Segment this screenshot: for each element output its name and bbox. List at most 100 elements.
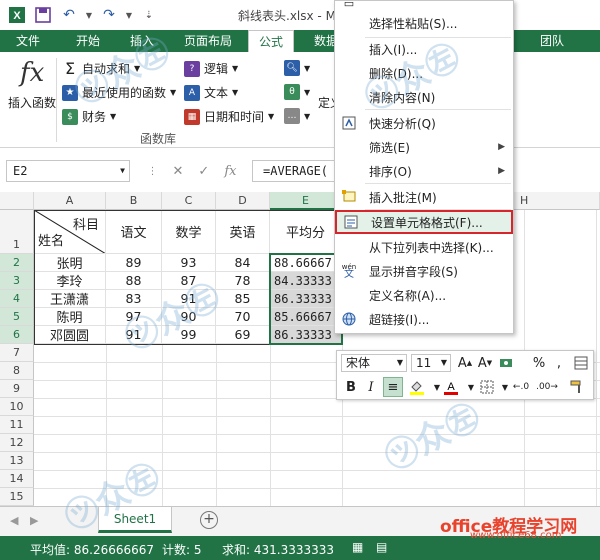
table-cell[interactable]: 平均分 [270,210,342,254]
table-cell[interactable]: 王潇潇 [34,290,106,308]
align-center-icon[interactable]: ≡ [383,377,403,397]
chevron-down-icon[interactable]: ▼ [441,355,447,371]
undo-dropdown-icon[interactable]: ▼ [84,4,94,26]
customize-qat-icon[interactable]: ⇣ [138,4,160,26]
row-header[interactable]: 12 [0,434,34,452]
diagonal-header-cell[interactable]: 科目 姓名 [34,210,106,254]
row-header[interactable]: 4 [0,290,34,308]
row-header[interactable]: 2 [0,254,34,272]
tab-file[interactable]: 文件 [6,30,50,52]
comma-style-icon[interactable]: , [549,353,569,373]
table-cell[interactable]: 93 [162,254,216,272]
table-cell[interactable]: 数学 [162,210,216,254]
table-cell[interactable]: 陈明 [34,308,106,326]
row-header[interactable]: 3 [0,272,34,290]
redo-icon[interactable]: ↷ [98,4,120,26]
format-table-icon[interactable] [571,353,591,373]
table-cell[interactable]: 84 [216,254,270,272]
table-cell[interactable]: 83 [106,290,162,308]
row-header[interactable]: 8 [0,362,34,380]
menu-item-hyperlink[interactable]: 超链接(I)... [335,307,513,331]
menu-item-define-name[interactable]: 定义名称(A)... [335,283,513,307]
options-icon[interactable]: ⋮ [148,166,158,177]
row-header[interactable]: 7 [0,344,34,362]
tab-home[interactable]: 开始 [66,30,110,52]
table-cell[interactable]: 97 [106,308,162,326]
select-all-corner[interactable] [0,192,34,210]
cancel-icon[interactable]: ✕ [173,164,184,179]
fill-color-icon[interactable] [407,377,427,397]
row-header[interactable]: 9 [0,380,34,398]
increase-decimal-icon[interactable]: ←.0 [511,377,531,397]
table-cell[interactable]: 91 [106,326,162,344]
font-color-icon[interactable]: A [441,377,461,397]
font-name-combo[interactable]: 宋体 ▼ [341,354,407,372]
table-cell[interactable]: 99 [162,326,216,344]
menu-item-sort[interactable]: 排序(O) ▶ [335,159,513,183]
name-box[interactable]: E2 ▼ [6,160,130,182]
add-sheet-icon[interactable]: + [200,511,218,529]
decrease-font-icon[interactable]: A ▼ [475,353,495,373]
accounting-format-icon[interactable] [497,353,517,373]
format-painter-icon[interactable] [567,377,587,397]
table-cell[interactable]: 88 [106,272,162,290]
table-cell[interactable]: 89 [106,254,162,272]
percent-style-icon[interactable]: % [529,353,549,373]
autosum-button[interactable]: Σ 自动求和 ▼ [62,59,140,78]
save-icon[interactable] [32,4,54,26]
formula-input[interactable]: =AVERAGE( [252,160,342,182]
table-cell[interactable]: 李玲 [34,272,106,290]
insert-function-icon[interactable]: fx [224,164,236,179]
table-cell[interactable]: 90 [162,308,216,326]
chevron-down-icon[interactable]: ▼ [120,161,125,181]
page-layout-view-icon[interactable]: ▤ [376,540,387,554]
row-header[interactable]: 14 [0,470,34,488]
column-header-c[interactable]: C [162,192,216,210]
sheet-tab-sheet1[interactable]: Sheet1 [98,507,172,533]
menu-item-format-cells[interactable]: 设置单元格格式(F)... [335,210,513,234]
prev-sheet-icon[interactable]: ◀ [10,514,18,527]
chevron-down-icon[interactable]: ▼ [397,355,403,371]
menu-item-pick-from-list[interactable]: 从下拉列表中选择(K)... [335,235,513,259]
menu-item-paste-options[interactable]: ▭ [335,0,513,11]
table-cell[interactable]: 85 [216,290,270,308]
row-header[interactable]: 5 [0,308,34,326]
column-header-a[interactable]: A [34,192,106,210]
menu-item-clear[interactable]: 清除内容(N) [335,85,513,109]
column-header-d[interactable]: D [216,192,270,210]
table-cell[interactable]: 英语 [216,210,270,254]
tab-insert[interactable]: 插入 [120,30,164,52]
datetime-button[interactable]: ▦ 日期和时间 ▼ [184,108,274,125]
undo-icon[interactable]: ↶ [58,4,80,26]
math-button[interactable]: θ ▼ [284,84,310,100]
font-size-combo[interactable]: 11 ▼ [411,354,451,372]
column-header-e[interactable]: E [270,192,342,210]
increase-font-icon[interactable]: A ▲ [455,353,475,373]
logic-button[interactable]: ? 逻辑 ▼ [184,60,238,77]
row-header[interactable]: 15 [0,488,34,506]
recent-functions-button[interactable]: ★ 最近使用的函数 ▼ [62,84,176,101]
menu-item-filter[interactable]: 筛选(E) ▶ [335,135,513,159]
table-cell[interactable]: 70 [216,308,270,326]
redo-dropdown-icon[interactable]: ▼ [124,4,134,26]
menu-item-quick-analysis[interactable]: 快速分析(Q) [335,111,513,135]
insert-function-button[interactable]: 插入函数 [8,94,56,111]
tab-team[interactable]: 团队 [530,30,574,52]
italic-icon[interactable]: I [361,377,381,397]
row-header[interactable]: 10 [0,398,34,416]
table-cell[interactable]: 91 [162,290,216,308]
confirm-icon[interactable]: ✓ [198,164,209,179]
menu-item-insert-comment[interactable]: 插入批注(M) [335,185,513,209]
bold-icon[interactable]: B [341,377,361,397]
more-functions-button[interactable]: … ▼ [284,108,310,124]
menu-item-delete[interactable]: 删除(D)... [335,61,513,85]
row-header[interactable]: 1 [0,210,34,254]
table-cell[interactable]: 邓圆圆 [34,326,106,344]
tab-page-layout[interactable]: 页面布局 [174,30,242,52]
table-cell[interactable]: 78 [216,272,270,290]
tab-formulas[interactable]: 公式 [248,30,295,52]
normal-view-icon[interactable]: ▦ [352,540,363,554]
text-functions-button[interactable]: A 文本 ▼ [184,84,238,101]
table-cell[interactable]: 语文 [106,210,162,254]
row-header[interactable]: 6 [0,326,34,344]
